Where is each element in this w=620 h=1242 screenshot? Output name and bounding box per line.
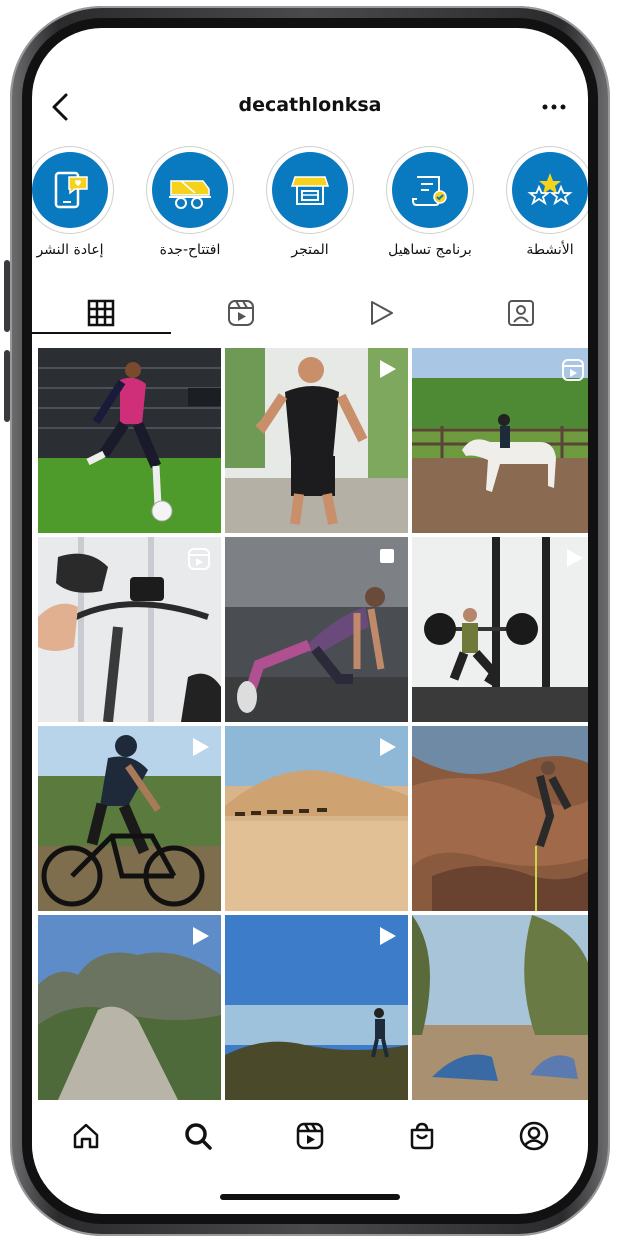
home-indicator[interactable] <box>220 1194 400 1200</box>
screen: decathlonksa إعادة النشر افتتاح-جدة المت… <box>32 28 588 1214</box>
nav-search[interactable] <box>178 1116 218 1156</box>
reel-badge-icon <box>562 359 584 381</box>
nav-home[interactable] <box>66 1116 106 1156</box>
tab-grid[interactable] <box>84 296 118 330</box>
play-icon <box>371 301 393 325</box>
page-title: decathlonksa <box>238 94 382 116</box>
posts-grid <box>38 348 588 1100</box>
more-options-icon[interactable] <box>542 104 566 110</box>
grid-icon <box>87 299 115 327</box>
multi-post-icon <box>380 549 394 563</box>
post-climbing[interactable] <box>412 726 588 911</box>
reels-icon <box>296 1122 324 1150</box>
post-desert[interactable] <box>225 726 408 911</box>
stars-icon <box>512 152 588 228</box>
tagged-icon <box>508 300 534 326</box>
tab-reels[interactable] <box>224 296 258 330</box>
post-gym-lunge[interactable] <box>225 537 408 722</box>
home-icon <box>73 1123 99 1149</box>
highlight-label: المتجر <box>291 242 329 258</box>
truck-icon <box>152 152 228 228</box>
highlight-label: الأنشطة <box>526 242 574 258</box>
contract-icon <box>392 152 468 228</box>
volume-down-button <box>4 350 10 422</box>
post-mountains[interactable] <box>38 915 221 1100</box>
search-icon <box>185 1123 212 1150</box>
post-hiker[interactable] <box>225 915 408 1100</box>
highlight-label: افتتاح-جدة <box>159 242 221 258</box>
store-icon <box>272 152 348 228</box>
reels-icon <box>228 300 254 326</box>
post-runner[interactable] <box>225 348 408 533</box>
nav-profile[interactable] <box>514 1116 554 1156</box>
nav-reels[interactable] <box>290 1116 330 1156</box>
phone-message-icon <box>32 152 108 228</box>
reel-badge-icon <box>188 548 210 570</box>
story-highlights: إعادة النشر افتتاح-جدة المتجر برنامج تسا… <box>32 146 588 276</box>
highlight-label: إعادة النشر <box>36 242 104 258</box>
post-bike-handlebar[interactable] <box>38 537 221 722</box>
highlight-label: برنامج تساهيل <box>388 242 472 258</box>
post-horse[interactable] <box>412 348 588 533</box>
profile-tabs <box>32 290 588 334</box>
post-cyclist[interactable] <box>38 726 221 911</box>
profile-header: decathlonksa <box>32 88 588 128</box>
nav-shop[interactable] <box>402 1116 442 1156</box>
active-tab-indicator <box>32 332 171 334</box>
tab-videos[interactable] <box>364 296 398 330</box>
volume-up-button <box>4 260 10 332</box>
tab-tagged[interactable] <box>504 296 538 330</box>
post-weights[interactable] <box>412 537 588 722</box>
shop-icon <box>410 1122 434 1150</box>
post-camping[interactable] <box>412 915 588 1100</box>
bottom-navigation <box>32 1100 588 1180</box>
profile-icon <box>519 1121 549 1151</box>
post-football[interactable] <box>38 348 221 533</box>
